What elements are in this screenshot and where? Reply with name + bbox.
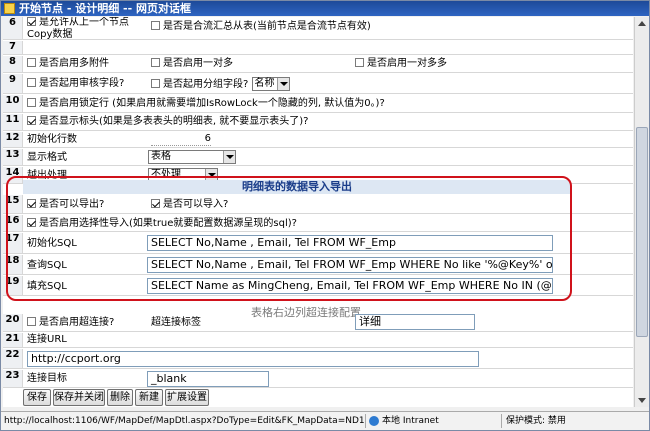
init-rows-label: 初始化行数 [27,134,77,145]
link-url-input[interactable]: http://ccport.org [27,351,479,367]
row-number: 12 [3,132,23,147]
protected-mode-label: 保护模式: 禁用 [506,416,566,426]
extend-settings-button[interactable]: 扩展设置 [165,389,209,406]
link-target-label: 连接目标 [27,373,67,384]
chevron-down-icon [223,151,235,163]
row-lock-option[interactable]: 是否启用锁定行 (如果启用就需要增加IsRowLock一个隐藏的列, 默认值为0… [27,97,385,110]
save-close-button[interactable]: 保存并关闭 [53,389,105,406]
init-rows-input[interactable]: 6 [151,133,211,146]
form-area: 6 是允许从上一个节点Copy数据 是否是合流汇总从表(当前节点是合流节点有效)… [3,17,633,407]
link-target-input[interactable]: _blank [147,371,269,387]
audit-field-option[interactable]: 是否起用审核字段? [27,77,125,90]
row-23: 23 连接目标 _blank [3,370,633,388]
copy-from-prev-label: 是允许从上一个节点Copy数据 [27,17,129,40]
hyperlink-label: 是否启用超连接? [39,317,115,328]
row-10: 10 是否启用锁定行 (如果启用就需要增加IsRowLock一个隐藏的列, 默认… [3,95,633,113]
row-7: 7 [3,41,633,55]
one-to-many-many-option[interactable]: 是否启用一对多多 [355,57,447,70]
scroll-up-icon[interactable] [638,21,646,26]
audit-field-label: 是否起用审核字段? [39,78,125,89]
row-number: 22 [3,349,23,368]
show-header-checkbox[interactable] [27,115,36,125]
row-20: 20 是否启用超连接? 超连接标签 详细 [3,314,633,332]
row-number: 13 [3,149,23,165]
group-field-checkbox[interactable] [151,78,160,88]
audit-field-checkbox[interactable] [27,77,36,87]
row-12: 12 初始化行数 6 [3,132,633,148]
merge-summary-option[interactable]: 是否是合流汇总从表(当前节点是合流节点有效) [151,20,371,33]
row-number: 7 [3,41,23,54]
display-format-select[interactable]: 表格 [148,150,236,164]
one-to-many-option[interactable]: 是否启用一对多 [151,57,233,70]
row-8: 8 是否启用多附件 是否启用一对多 是否启用一对多多 [3,56,633,73]
row-13: 13 显示格式 表格 [3,149,633,166]
status-divider [365,414,366,428]
row-22: 22 http://ccport.org [3,349,633,369]
chevron-down-icon [276,78,289,90]
hyperlink-option[interactable]: 是否启用超连接? [27,316,115,329]
one-to-many-many-label: 是否启用一对多多 [367,58,447,69]
group-field-label: 是否起用分组字段? [163,79,249,90]
row-number: 6 [3,17,23,39]
row-11: 11 是否显示标头(如果是多表表头的明细表, 就不要显示表头了)? [3,114,633,131]
status-divider [501,414,502,428]
row-number: 23 [3,370,23,387]
globe-icon [369,415,379,426]
row-number: 8 [3,56,23,72]
link-text-input[interactable]: 详细 [355,314,475,330]
dialog-window: 开始节点 - 设计明细 -- 网页对话框 6 是允许从上一个节点Copy数据 是… [0,0,650,431]
save-button[interactable]: 保存 [23,389,51,406]
one-to-many-label: 是否启用一对多 [163,58,233,69]
link-url-label: 连接URL [27,334,67,345]
vertical-scrollbar[interactable] [634,17,649,407]
window-title: 开始节点 - 设计明细 -- 网页对话框 [19,2,192,15]
row-21: 21 连接URL [3,333,633,348]
new-button[interactable]: 新建 [135,389,163,406]
scroll-thumb[interactable] [636,127,648,337]
delete-button[interactable]: 删除 [107,389,133,406]
row-lock-label: 是否启用锁定行 (如果启用就需要增加IsRowLock一个隐藏的列, 默认值为0… [39,98,385,109]
show-header-option[interactable]: 是否显示标头(如果是多表表头的明细表, 就不要显示表头了)? [27,115,309,128]
hyperlink-checkbox[interactable] [27,316,36,326]
zone-label: 本地 Intranet [382,416,439,426]
row-lock-checkbox[interactable] [27,97,36,107]
window-icon [4,3,15,14]
link-text-label: 超连接标签 [151,317,201,328]
row-9: 9 是否起用审核字段? 是否起用分组字段? 名称 [3,74,633,94]
scroll-down-icon[interactable] [638,398,646,403]
row-6: 6 是允许从上一个节点Copy数据 是否是合流汇总从表(当前节点是合流节点有效) [3,17,633,40]
display-format-value: 表格 [151,151,171,162]
show-header-label: 是否显示标头(如果是多表表头的明细表, 就不要显示表头了)? [39,116,309,127]
status-url: http://localhost:1106/WF/MapDef/MapDtl.a… [4,416,364,426]
copy-from-prev-checkbox[interactable] [27,17,36,26]
multi-attach-option[interactable]: 是否启用多附件 [27,57,109,70]
one-to-many-checkbox[interactable] [151,57,160,67]
group-field-select-value: 名称 [254,78,275,89]
row-number: 10 [3,95,23,112]
display-format-label: 显示格式 [27,152,67,163]
group-field-option[interactable]: 是否起用分组字段? 名称 [151,77,290,91]
multi-attach-checkbox[interactable] [27,57,36,67]
multi-attach-label: 是否启用多附件 [39,58,109,69]
one-to-many-many-checkbox[interactable] [355,57,364,67]
security-zone: 本地 Intranet [369,412,439,430]
merge-summary-checkbox[interactable] [151,20,160,30]
highlight-annotation [6,176,572,301]
copy-from-prev-option[interactable]: 是允许从上一个节点Copy数据 [27,17,147,41]
row-number: 9 [3,74,23,93]
group-field-select[interactable]: 名称 [251,77,290,91]
merge-summary-label: 是否是合流汇总从表(当前节点是合流节点有效) [163,21,371,32]
title-bar: 开始节点 - 设计明细 -- 网页对话框 [1,1,649,16]
status-bar: http://localhost:1106/WF/MapDef/MapDtl.a… [1,411,649,430]
row-number: 11 [3,114,23,130]
row-number: 20 [3,314,23,331]
row-number: 21 [3,333,23,347]
